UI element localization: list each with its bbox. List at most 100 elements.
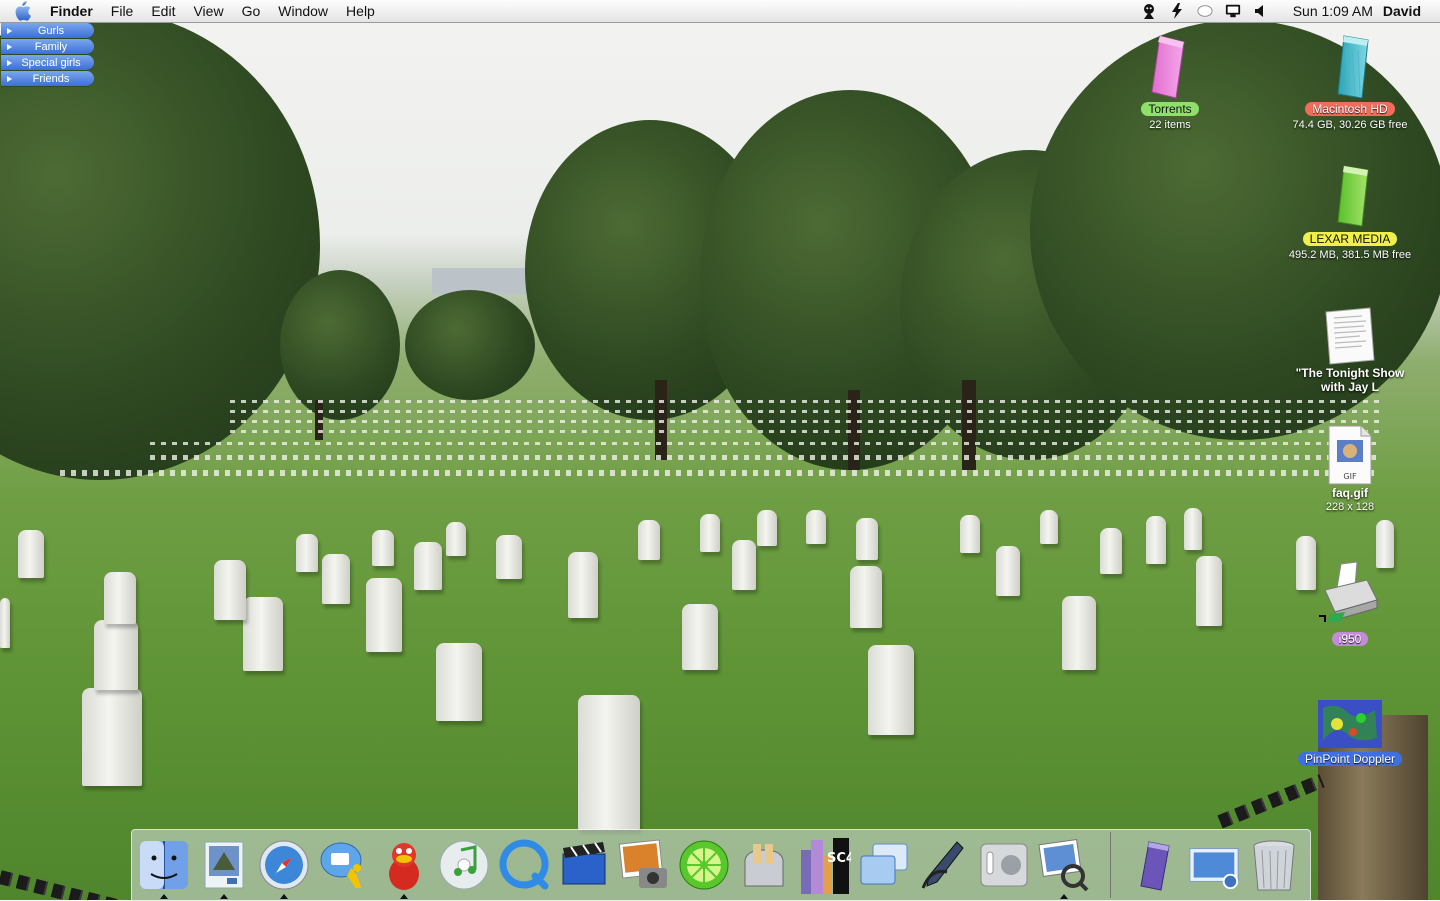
headstone [296,534,318,572]
desktop-icon-label: i950 [1331,632,1369,646]
headstone [372,530,394,566]
desktop-icon-tonight-show[interactable]: "The Tonight Show with Jay L [1275,306,1425,394]
dock-quicktime[interactable] [496,835,552,895]
headstone [700,514,720,552]
dock-limewire[interactable] [676,835,732,895]
simcity4-icon: SC4 [801,838,851,894]
dock-safari[interactable] [256,835,312,899]
printer-icon [1315,560,1385,630]
fence-chain [0,870,128,900]
dock-adium[interactable] [376,835,432,899]
dock-script-editor[interactable] [916,835,972,895]
menu-clock[interactable]: Sun 1:09 AM [1275,3,1383,19]
headstone [82,688,142,786]
dock-simcity4[interactable]: SC4 [796,835,852,895]
dock-virtual-pc[interactable] [856,835,912,895]
headstone [868,645,914,735]
headstone [1100,528,1122,574]
desktop-icon-info: 22 items [1149,119,1191,131]
imovie-icon [562,842,606,885]
headstone [496,535,522,579]
volume-icon[interactable] [1253,3,1269,19]
hard-drive-icon [1320,34,1380,100]
headstone [850,566,882,628]
dock-mail[interactable] [196,835,252,899]
menu-finder[interactable]: Finder [36,0,102,22]
headstone [243,597,283,671]
headstone [1184,508,1202,550]
dock-trash[interactable] [1246,835,1302,895]
toast-icon [744,844,784,887]
radar-map-icon [1317,698,1383,750]
headstone [104,572,136,624]
bluetooth-icon[interactable] [1197,3,1213,19]
desktop-icon-faq-gif[interactable]: GIF faq.gif 228 x 128 [1275,424,1425,514]
dock-toast[interactable] [736,835,792,895]
headstone [414,542,442,590]
dock-itunes[interactable] [436,835,492,895]
quicktime-icon [499,839,549,890]
headstone [1196,556,1222,626]
headstone [960,515,980,553]
dock-drive[interactable] [1126,835,1182,895]
headstone [18,530,44,578]
menu-edit[interactable]: Edit [142,0,184,22]
running-indicator [280,894,288,899]
finder-icon [140,841,188,889]
apple-menu-icon[interactable] [8,0,36,22]
menu-go[interactable]: Go [233,0,270,22]
menu-user[interactable]: David [1383,3,1440,19]
tab-friends[interactable]: Friends [1,71,94,86]
tab-special-girls[interactable]: Special girls [1,55,94,70]
limewire-icon [679,840,729,890]
menu-file[interactable]: File [102,0,143,22]
preview-icon [1038,838,1089,892]
headstone [1040,510,1058,544]
headstone [568,552,598,618]
desktop-icon-label: PinPoint Doppler [1297,752,1403,766]
folder-icon [1140,34,1200,100]
drive-icon [1140,841,1170,891]
dock: SC4 [131,829,1311,901]
desktop-icon-torrents[interactable]: Torrents 22 items [1095,34,1245,132]
dock-imovie[interactable] [556,835,612,895]
desktop-icon-label: faq.gif [1332,486,1368,500]
headstone [757,510,777,546]
menu-view[interactable]: View [184,0,232,22]
simcity-label: SC4 [827,851,851,866]
headstone [0,598,10,648]
desktop-icon-pinpoint-doppler[interactable]: PinPoint Doppler [1275,698,1425,768]
display-icon[interactable] [1225,3,1241,19]
headstone [214,560,246,620]
dock-finder[interactable] [136,835,192,899]
headstone [322,554,350,604]
dock-separator [1110,832,1111,898]
tab-gurls[interactable]: Gurls [1,23,94,38]
script-editor-icon [921,841,964,889]
dock-iphoto[interactable] [616,835,672,895]
headstone [446,522,466,556]
tab-drawer: Gurls Family Special girls Friends [1,23,94,87]
desktop-icon-printer-i950[interactable]: i950 [1275,560,1425,648]
running-indicator [400,894,408,899]
dock-ichat[interactable] [316,835,372,895]
headstone [366,578,402,652]
desktop-icon-info: 228 x 128 [1325,501,1375,513]
desktop-icon-label: Torrents [1141,102,1199,116]
desktop-icon-lexar-media[interactable]: LEXAR MEDIA 495.2 MB, 381.5 MB free [1275,164,1425,262]
tab-family[interactable]: Family [1,39,94,54]
menu-window[interactable]: Window [269,0,337,22]
dock-preview[interactable] [1036,835,1092,899]
dock-system-preferences[interactable] [976,835,1032,895]
airport-power-icon[interactable] [1169,3,1185,19]
menu-help[interactable]: Help [337,0,384,22]
dock-desktop-folder[interactable] [1186,835,1242,895]
desktop-icon-macintosh-hd[interactable]: Macintosh HD 74.4 GB, 30.26 GB free [1275,34,1425,132]
headstone [732,540,756,590]
disclosure-arrow-icon [7,59,12,66]
removable-drive-icon [1320,164,1380,230]
running-indicator [1060,894,1068,899]
desktop-icon-label: LEXAR MEDIA [1302,232,1398,246]
ichat-status-icon[interactable] [1141,3,1157,19]
menu-extras: Sun 1:09 AM David [1135,0,1440,22]
